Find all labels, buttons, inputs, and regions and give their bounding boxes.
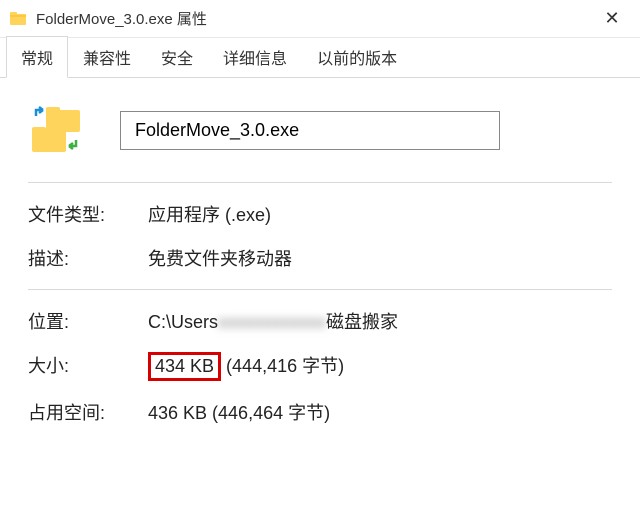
tab-general[interactable]: 常规 <box>6 36 68 78</box>
properties-window: FolderMove_3.0.exe 属性 ✕ 常规 兼容性 安全 详细信息 以… <box>0 0 640 513</box>
file-type-icon <box>28 106 84 154</box>
close-button[interactable]: ✕ <box>592 8 632 29</box>
separator <box>28 182 612 183</box>
size-on-disk-value: 436 KB (446,464 字节) <box>148 399 612 425</box>
row-location: 位置: C:\Usersxxxxxxxxxxxx磁盘搬家 <box>28 308 612 334</box>
row-description: 描述: 免费文件夹移动器 <box>28 245 612 271</box>
row-file-type: 文件类型: 应用程序 (.exe) <box>28 201 612 227</box>
size-on-disk-label: 占用空间: <box>28 399 148 425</box>
tab-previous-versions[interactable]: 以前的版本 <box>302 36 412 78</box>
size-highlight: 434 KB <box>148 352 221 381</box>
size-label: 大小: <box>28 352 148 378</box>
header-row: FolderMove_3.0.exe <box>28 106 612 154</box>
location-value: C:\Usersxxxxxxxxxxxx磁盘搬家 <box>148 308 612 334</box>
app-icon <box>8 9 28 29</box>
size-value: 434 KB (444,416 字节) <box>148 352 612 381</box>
filename-text: FolderMove_3.0.exe <box>135 120 299 140</box>
description-value: 免费文件夹移动器 <box>148 245 612 271</box>
location-label: 位置: <box>28 308 148 334</box>
location-suffix: 磁盘搬家 <box>326 312 398 332</box>
titlebar: FolderMove_3.0.exe 属性 ✕ <box>0 0 640 38</box>
window-title: FolderMove_3.0.exe 属性 <box>36 8 592 29</box>
separator <box>28 289 612 290</box>
row-size: 大小: 434 KB (444,416 字节) <box>28 352 612 381</box>
tab-strip: 常规 兼容性 安全 详细信息 以前的版本 <box>0 38 640 78</box>
tab-details[interactable]: 详细信息 <box>208 36 302 78</box>
row-size-on-disk: 占用空间: 436 KB (446,464 字节) <box>28 399 612 425</box>
tab-content-general: FolderMove_3.0.exe 文件类型: 应用程序 (.exe) 描述:… <box>0 78 640 513</box>
tab-compatibility[interactable]: 兼容性 <box>68 36 146 78</box>
location-prefix: C:\Users <box>148 312 218 332</box>
file-type-value: 应用程序 (.exe) <box>148 201 612 227</box>
location-redacted: xxxxxxxxxxxx <box>218 312 326 333</box>
file-type-label: 文件类型: <box>28 201 148 227</box>
tab-security[interactable]: 安全 <box>146 36 208 78</box>
filename-input[interactable]: FolderMove_3.0.exe <box>120 111 500 150</box>
description-label: 描述: <box>28 245 148 271</box>
size-rest-text: (444,416 字节) <box>221 356 344 376</box>
